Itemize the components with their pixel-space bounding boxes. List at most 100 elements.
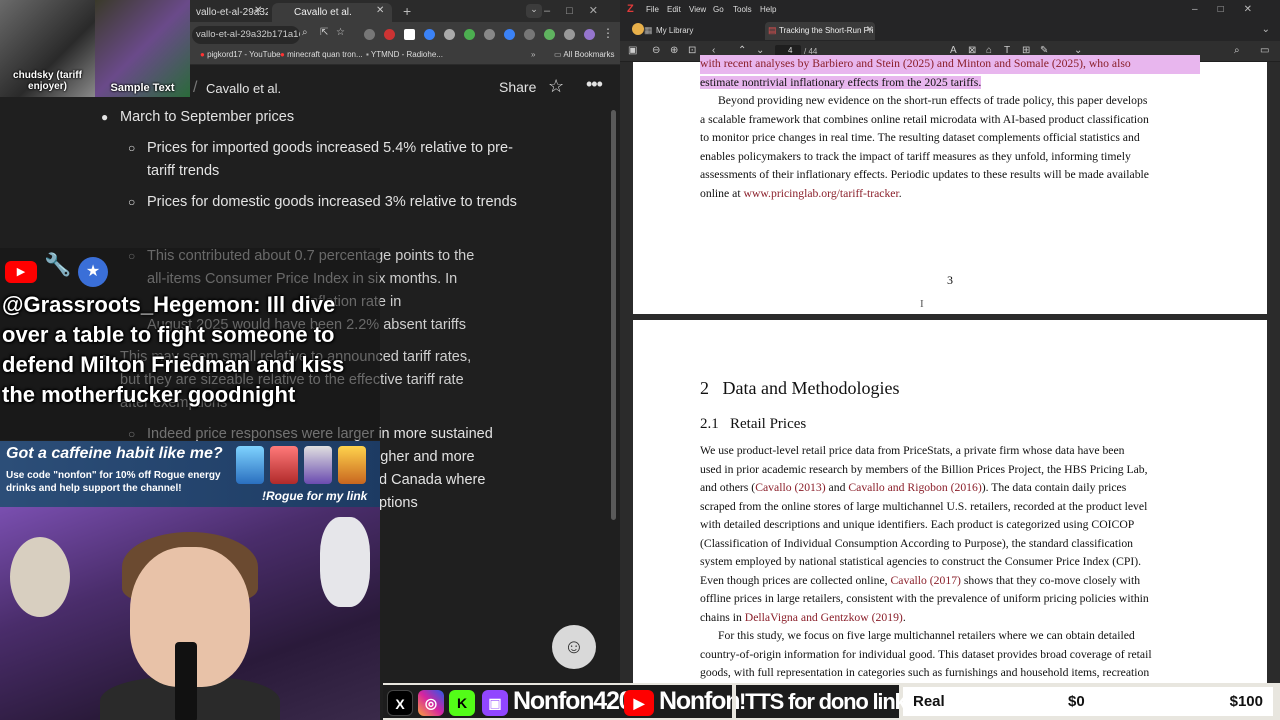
tab-label: My Library [656, 26, 694, 35]
window-controls[interactable]: –□✕ [1192, 4, 1272, 15]
socials-strip: X ◎ K ▣ Nonfon420 ▶ Nonfon !TTS for dono… [383, 685, 907, 718]
chevron-right-icon[interactable]: » [531, 50, 535, 59]
menu-icon[interactable]: ⋮ [602, 26, 614, 40]
pdf-viewer[interactable]: with recent analyses by Barbiero and Ste… [620, 55, 1280, 720]
highlighted-text[interactable]: with recent analyses by Barbiero and Ste… [700, 55, 1200, 74]
extension-icon[interactable] [384, 29, 395, 40]
paragraph: with recent analyses by Barbiero and Ste… [700, 55, 1200, 92]
pdf-icon: ▤ [768, 25, 777, 35]
scrollbar[interactable] [611, 110, 616, 520]
new-tab-icon[interactable]: + [403, 3, 411, 19]
close-icon[interactable]: ✕ [866, 24, 874, 35]
zoom-out-icon[interactable]: ⊖ [652, 45, 660, 56]
gemini-assistant-button[interactable]: ☺ [552, 625, 596, 669]
stream-info-bar: X ◎ K ▣ Nonfon420 ▶ Nonfon !TTS for dono… [383, 683, 1280, 720]
extension-icon[interactable] [524, 29, 535, 40]
member-badge-icon: ★ [78, 257, 108, 287]
sidebar-toggle-icon[interactable]: ▣ [628, 45, 637, 56]
tab-search-icon[interactable]: ⌄ [526, 4, 542, 18]
profile-avatar-icon[interactable] [584, 29, 595, 40]
goal-label: Real [913, 693, 945, 710]
twitch-icon: ▣ [482, 690, 508, 716]
text-line: Beyond providing new evidence on the sho… [718, 94, 1148, 107]
product-image [236, 446, 376, 484]
citation-link[interactable]: Cavallo (2013) [755, 481, 825, 494]
browser-tab-active[interactable]: Cavallo et al. [272, 3, 392, 22]
text-line: We use product-level retail price data f… [700, 444, 1125, 457]
extension-icon[interactable] [444, 29, 455, 40]
chrome-tab-strip: vallo-et-al-29a32b171a168... ✕ Cavallo e… [190, 0, 620, 22]
extension-icon[interactable] [504, 29, 515, 40]
url-link[interactable]: www.pricinglab.org/tariff-tracker [744, 187, 899, 200]
menu-file[interactable]: File [646, 5, 659, 14]
kick-icon: K [449, 690, 475, 716]
close-icon[interactable]: ✕ [254, 5, 262, 16]
text-span: . [898, 186, 902, 200]
bookmark-item[interactable]: ▪ YTMND - Radiohe... [366, 50, 443, 59]
bullet: ● [101, 110, 109, 124]
instagram-icon: ◎ [418, 690, 444, 716]
extension-icon[interactable] [564, 29, 575, 40]
share-page-icon[interactable]: ⇱ [320, 27, 328, 38]
context-pane-icon[interactable]: ▭ [1260, 45, 1269, 56]
tab-my-library[interactable]: ▦ My Library [634, 23, 752, 40]
youtube-icon: ● [200, 50, 208, 59]
bookmark-star-icon[interactable]: ☆ [336, 27, 345, 38]
citation-link[interactable]: DellaVigna and Gentzkow (2019) [745, 611, 903, 624]
section-heading: 2 Data and Methodologies [700, 378, 900, 398]
search-icon[interactable]: ⌕ [1234, 45, 1240, 56]
text-line: assessments of their inflationary effect… [700, 168, 1149, 181]
extension-icon[interactable] [364, 29, 375, 40]
bookmark-label: YTMND - Radiohe... [370, 50, 443, 59]
address-bar[interactable]: vallo-et-al-29a32b171a168... [192, 26, 300, 44]
extension-icon[interactable] [424, 29, 435, 40]
bookmark-item[interactable]: ● pigkord17 - YouTube [200, 50, 281, 59]
more-options-icon[interactable]: ••• [586, 74, 603, 95]
close-icon[interactable]: ✕ [376, 5, 384, 16]
extension-icon[interactable] [464, 29, 475, 40]
zoom-in-icon[interactable]: ⊕ [670, 45, 678, 56]
assistant-icon: ☺ [563, 636, 585, 658]
youtube-icon: ▶ [624, 690, 654, 716]
drink-can [304, 446, 332, 484]
text-line: a scalable framework that combines onlin… [700, 112, 1149, 126]
menu-view[interactable]: View [689, 5, 706, 14]
zoom-icon[interactable]: ⌕ [302, 27, 308, 38]
menu-tools[interactable]: Tools [733, 5, 752, 14]
pdf-page: with recent analyses by Barbiero and Ste… [633, 55, 1267, 314]
text-span: ). The data contain daily prices [981, 481, 1127, 494]
text-line: online at www.pricinglab.org/tariff-trac… [700, 185, 1200, 204]
menu-help[interactable]: Help [760, 5, 776, 14]
all-bookmarks[interactable]: ▭ All Bookmarks [554, 50, 614, 59]
youtube-icon: ▶ [5, 261, 37, 283]
extension-icon[interactable] [404, 29, 415, 40]
social-handle: Nonfon420 [513, 687, 633, 715]
menu-edit[interactable]: Edit [667, 5, 681, 14]
chrome-toolbar: vallo-et-al-29a32b171a168... ⌕ ⇱ ☆ ⋮ [190, 22, 620, 47]
citation-link[interactable]: Cavallo and Rigobon (2016) [848, 481, 981, 494]
zotero-tab-bar: ▦ My Library ▤ Tracking the Short-Run Pr… [620, 20, 1280, 41]
library-icon: ▦ [644, 25, 653, 35]
text-line: system employed by national statistical … [700, 555, 1142, 568]
text-span: Even though prices are collected online, [700, 573, 891, 587]
text-line: goods, with full representation in categ… [700, 666, 1150, 679]
menu-go[interactable]: Go [713, 5, 724, 14]
page-title: Cavallo et al. [206, 81, 282, 96]
chevron-down-icon[interactable]: ⌄ [1262, 24, 1270, 35]
tab-document[interactable]: ▤ Tracking the Short-Run Pri [765, 22, 875, 40]
star-icon[interactable]: ☆ [548, 76, 564, 97]
citation-link[interactable]: Cavallo (2017) [891, 574, 961, 587]
window-controls[interactable]: –□✕ [544, 4, 614, 17]
extension-icon[interactable] [484, 29, 495, 40]
sponsor-cta: !Rogue for my link [262, 489, 368, 503]
share-button[interactable]: Share [499, 79, 536, 95]
extension-icon[interactable] [544, 29, 555, 40]
text-line: and others (Cavallo (2013) and Cavallo a… [700, 479, 1200, 498]
folder-icon: ▭ [554, 50, 564, 59]
zoom-reset-icon[interactable]: ⊡ [688, 45, 696, 56]
list-item: ● March to September prices [101, 106, 294, 129]
bookmark-item[interactable]: ● minecraft quan tron... [280, 50, 363, 59]
text-line: chains in DellaVigna and Gentzkow (2019)… [700, 609, 1200, 628]
highlighted-text[interactable]: estimate nontrivial inflationary effects… [700, 75, 982, 89]
goal-current: $0 [1068, 693, 1085, 710]
